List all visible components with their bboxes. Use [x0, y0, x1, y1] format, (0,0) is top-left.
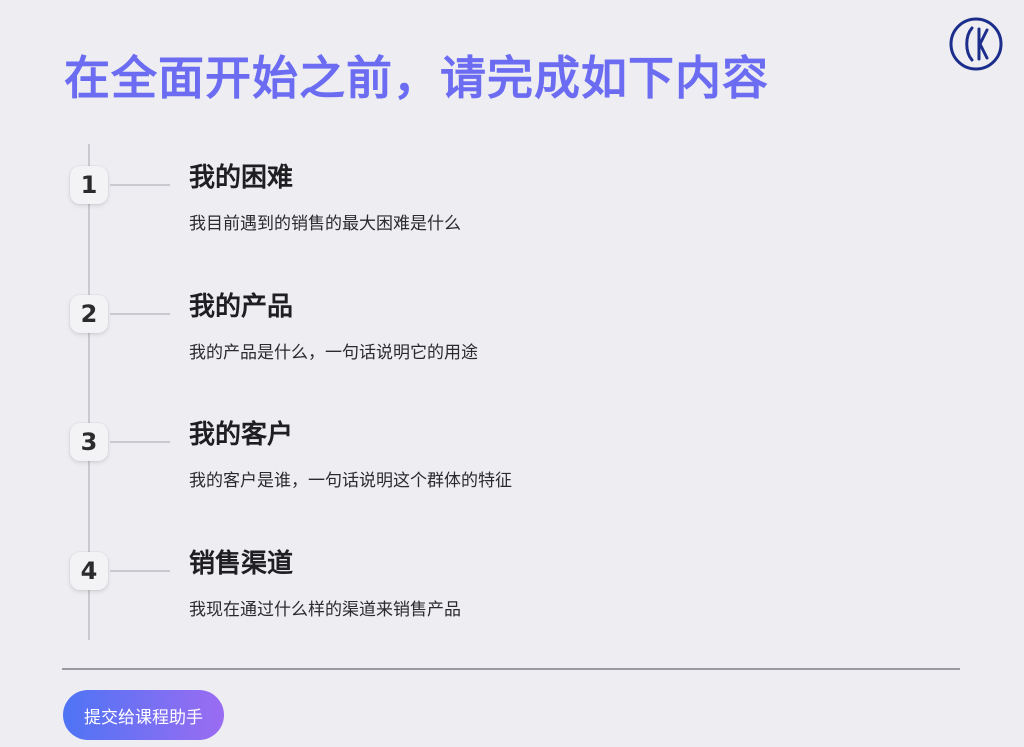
step-title: 我的产品 — [189, 292, 294, 322]
step-number-badge: 3 — [70, 423, 108, 461]
submit-to-assistant-button[interactable]: 提交给课程助手 — [63, 690, 224, 740]
footer-divider — [62, 668, 960, 670]
step-connector — [110, 184, 170, 186]
step-connector — [110, 441, 170, 443]
step-title: 我的客户 — [189, 420, 294, 450]
step-item-difficulty: 1 我的困难 我目前遇到的销售的最大困难是什么 — [0, 160, 1024, 240]
step-description: 我现在通过什么样的渠道来销售产品 — [189, 600, 461, 620]
step-item-customer: 3 我的客户 我的客户是谁，一句话说明这个群体的特征 — [0, 417, 1024, 497]
step-title: 我的困难 — [189, 163, 294, 193]
step-connector — [110, 313, 170, 315]
step-title: 销售渠道 — [189, 549, 294, 579]
step-connector — [110, 570, 170, 572]
step-item-sales-channel: 4 销售渠道 我现在通过什么样的渠道来销售产品 — [0, 546, 1024, 626]
page-title: 在全面开始之前，请完成如下内容 — [64, 51, 769, 105]
step-description: 我目前遇到的销售的最大困难是什么 — [189, 214, 461, 234]
step-number-badge: 1 — [70, 166, 108, 204]
step-number-badge: 2 — [70, 295, 108, 333]
step-item-product: 2 我的产品 我的产品是什么，一句话说明它的用途 — [0, 289, 1024, 369]
brand-logo-icon — [949, 17, 1003, 71]
step-description: 我的产品是什么，一句话说明它的用途 — [189, 343, 478, 363]
step-description: 我的客户是谁，一句话说明这个群体的特征 — [189, 471, 512, 491]
step-number-badge: 4 — [70, 552, 108, 590]
